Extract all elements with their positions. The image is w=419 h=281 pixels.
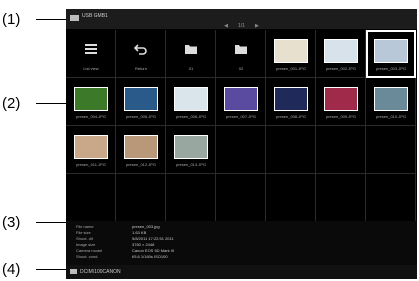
item-label: List view	[83, 66, 99, 71]
thumbnail-item[interactable]: presen_008.JPG	[266, 78, 316, 126]
item-label: presen_002.JPG	[325, 66, 357, 71]
thumbnail-item[interactable]: presen_002.JPG	[316, 30, 366, 78]
thumbnail-item[interactable]: presen_004.JPG	[66, 78, 116, 126]
photo-thumbnail	[124, 135, 158, 159]
item-label: presen_008.JPG	[275, 114, 307, 119]
folder-icon	[234, 42, 248, 56]
info-value: presen_003.jpg	[132, 224, 160, 229]
empty-cell	[316, 126, 366, 174]
photo-thumbnail	[324, 87, 358, 111]
info-value: 3760 × 2448	[132, 242, 155, 247]
empty-cell	[316, 174, 366, 222]
thumbnail-item[interactable]: presen_013.JPG	[166, 126, 216, 174]
info-key: Camera model	[76, 248, 103, 253]
empty-cell	[216, 174, 266, 222]
photo-thumbnail	[274, 87, 308, 111]
item-label: 01	[188, 66, 194, 71]
item-label: 02	[238, 66, 244, 71]
photo-thumbnail	[224, 87, 258, 111]
return-item[interactable]: Return	[116, 30, 166, 78]
callout-4: (4)	[2, 261, 21, 278]
browser-screen: USB GMB1 ◀ 1/1 ▶ List view Return 01 02 presen…	[66, 9, 417, 279]
empty-cell	[366, 174, 416, 222]
info-key: Image size	[76, 242, 96, 247]
thumbnail-grid: List view Return 01 02 presen_001.JPG presen_…	[66, 30, 417, 222]
empty-cell	[166, 174, 216, 222]
leader-line-1	[36, 19, 68, 20]
info-key: Shoot. d/t	[76, 236, 94, 241]
leader-line-4	[36, 269, 68, 270]
empty-cell	[116, 174, 166, 222]
photo-thumbnail	[74, 135, 108, 159]
item-label: presen_004.JPG	[75, 114, 107, 119]
thumbnail-item[interactable]: presen_003.JPG	[366, 30, 416, 78]
item-label: presen_012.JPG	[125, 162, 157, 167]
item-label: presen_003.JPG	[375, 66, 407, 71]
photo-thumbnail	[324, 39, 358, 63]
folder-item[interactable]: 01	[166, 30, 216, 78]
list-view-icon	[84, 42, 98, 56]
bottom-bar: DCIM\100CANON	[66, 265, 417, 279]
item-label: presen_005.JPG	[125, 114, 157, 119]
list-item[interactable]: List view	[66, 30, 116, 78]
info-value: 5/8/2011 17:22:51 2011	[132, 236, 174, 241]
info-value: f/5.6 1/160s ISO100	[132, 254, 168, 259]
item-label: presen_006.JPG	[175, 114, 207, 119]
photo-thumbnail	[124, 87, 158, 111]
thumbnail-item[interactable]: presen_010.JPG	[366, 78, 416, 126]
photo-thumbnail	[74, 87, 108, 111]
page-next-icon[interactable]: ▶	[255, 23, 259, 29]
thumbnail-item[interactable]: presen_009.JPG	[316, 78, 366, 126]
leader-line-2	[36, 103, 68, 104]
top-bar: USB GMB1 ◀ 1/1 ▶	[66, 9, 417, 29]
thumbnail-item[interactable]: presen_005.JPG	[116, 78, 166, 126]
empty-cell	[216, 126, 266, 174]
empty-cell	[266, 126, 316, 174]
thumbnail-item[interactable]: presen_011.JPG	[66, 126, 116, 174]
item-label: presen_013.JPG	[175, 162, 207, 167]
callout-3: (3)	[2, 214, 21, 231]
info-value: 1.63 KB	[132, 230, 147, 235]
page-indicator: ◀ 1/1 ▶	[66, 23, 417, 29]
thumbnail-item[interactable]: presen_007.JPG	[216, 78, 266, 126]
callout-2: (2)	[2, 95, 21, 112]
media-title: USB GMB1	[82, 13, 108, 19]
page-prev-icon[interactable]: ◀	[224, 23, 228, 29]
photo-thumbnail	[274, 39, 308, 63]
folder-icon	[70, 269, 77, 274]
usb-icon	[70, 15, 79, 21]
photo-thumbnail	[174, 87, 208, 111]
folder-path: DCIM\100CANON	[80, 269, 121, 275]
file-info-panel: File name presen_003.jpg File size 1.63 KB S…	[66, 221, 417, 265]
photo-thumbnail	[374, 87, 408, 111]
folder-item[interactable]: 02	[216, 30, 266, 78]
item-label: presen_011.JPG	[76, 162, 106, 167]
info-key: File size	[76, 230, 91, 235]
empty-cell	[366, 126, 416, 174]
item-label: presen_007.JPG	[225, 114, 257, 119]
info-key: Shoot. cond.	[76, 254, 99, 259]
item-label: presen_010.JPG	[375, 114, 407, 119]
item-label: presen_009.JPG	[325, 114, 357, 119]
thumbnail-item[interactable]: presen_006.JPG	[166, 78, 216, 126]
item-label: presen_001.JPG	[275, 66, 307, 71]
return-icon	[133, 42, 148, 56]
thumbnail-item[interactable]: presen_012.JPG	[116, 126, 166, 174]
info-value: Canon EOS 5D Mark III	[132, 248, 175, 253]
folder-icon	[184, 42, 198, 56]
info-key: File name	[76, 224, 94, 229]
leader-line-3	[36, 222, 68, 223]
empty-cell	[266, 174, 316, 222]
callout-1: (1)	[2, 11, 21, 28]
empty-cell	[66, 174, 116, 222]
thumbnail-item[interactable]: presen_001.JPG	[266, 30, 316, 78]
photo-thumbnail	[174, 135, 208, 159]
item-label: Return	[134, 66, 147, 71]
photo-thumbnail	[374, 39, 408, 63]
page-number: 1/1	[238, 23, 245, 29]
